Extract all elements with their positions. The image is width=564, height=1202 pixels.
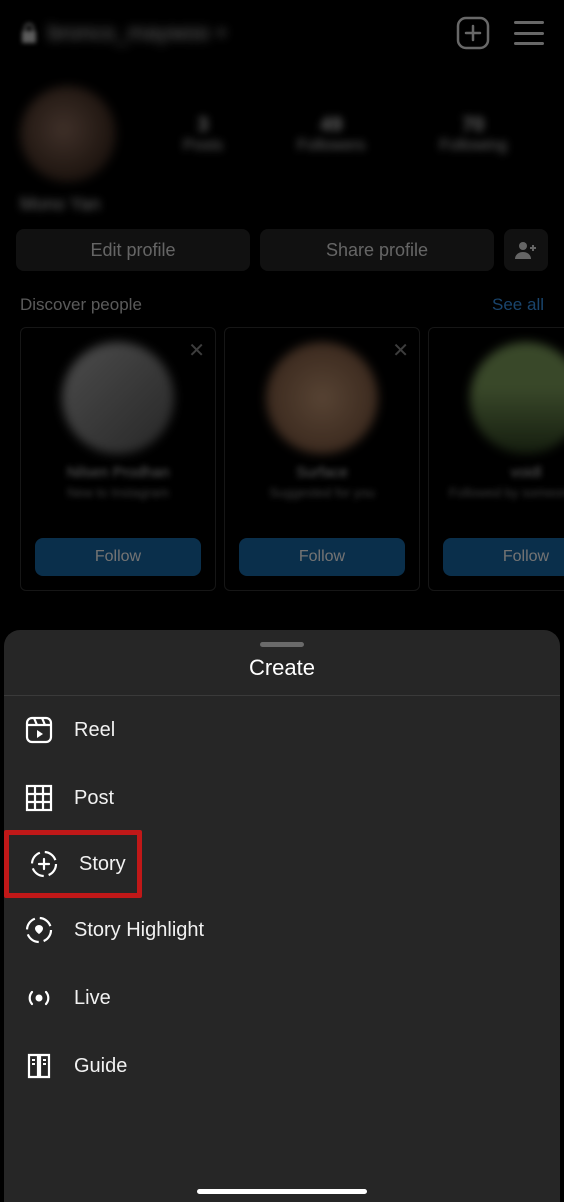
- see-all-link[interactable]: See all: [492, 295, 544, 315]
- live-icon: [24, 983, 54, 1013]
- menu-item-label: Guide: [74, 1055, 127, 1078]
- home-indicator[interactable]: [197, 1189, 367, 1194]
- edit-profile-button[interactable]: Edit profile: [16, 229, 250, 271]
- hamburger-menu-button[interactable]: [514, 21, 544, 45]
- suggestion-card[interactable]: ✕ Nilsen Prodhan New to Instagram Follow: [20, 327, 216, 591]
- menu-item-label: Live: [74, 987, 111, 1010]
- menu-item-reel[interactable]: Reel: [4, 696, 560, 764]
- avatar: [266, 342, 378, 454]
- menu-item-post[interactable]: Post: [4, 764, 560, 832]
- profile-stats: 3Posts 49Followers 70Following: [146, 114, 544, 155]
- menu-item-live[interactable]: Live: [4, 964, 560, 1032]
- follow-button[interactable]: Follow: [239, 538, 405, 576]
- chevron-down-icon: ▾: [217, 23, 225, 43]
- follow-button[interactable]: Follow: [35, 538, 201, 576]
- suggestion-card[interactable]: voidl Followed by someone else Follow: [428, 327, 564, 591]
- menu-item-label: Story: [79, 853, 126, 876]
- add-friend-button[interactable]: [504, 229, 548, 271]
- menu-item-label: Reel: [74, 719, 115, 742]
- menu-item-guide[interactable]: Guide: [4, 1032, 560, 1100]
- stat-followers[interactable]: 49Followers: [297, 114, 365, 155]
- profile-display-name: Mono Yan: [0, 190, 564, 229]
- username: bronco_maywoo: [48, 20, 209, 46]
- close-icon[interactable]: ✕: [392, 338, 409, 363]
- menu-item-story[interactable]: Story: [4, 830, 142, 898]
- sheet-title: Create: [4, 655, 560, 696]
- suggestion-card[interactable]: ✕ Surface Suggested for you Follow: [224, 327, 420, 591]
- reel-icon: [24, 715, 54, 745]
- menu-item-label: Story Highlight: [74, 919, 204, 942]
- story-icon: [29, 849, 59, 879]
- menu-item-story-highlight[interactable]: Story Highlight: [4, 896, 560, 964]
- drag-handle[interactable]: [260, 642, 304, 647]
- follow-button[interactable]: Follow: [443, 538, 564, 576]
- close-icon[interactable]: ✕: [188, 338, 205, 363]
- create-bottom-sheet: Create Reel Post Story Story Highlight Live G…: [4, 630, 560, 1202]
- discover-title: Discover people: [20, 295, 142, 315]
- share-profile-button[interactable]: Share profile: [260, 229, 494, 271]
- menu-item-label: Post: [74, 787, 114, 810]
- avatar: [470, 342, 564, 454]
- profile-avatar[interactable]: [20, 86, 116, 182]
- username-dropdown[interactable]: bronco_maywoo ▾: [48, 20, 456, 46]
- story-highlight-icon: [24, 915, 54, 945]
- stat-following[interactable]: 70Following: [439, 114, 507, 155]
- add-post-button[interactable]: [456, 16, 490, 50]
- post-icon: [24, 783, 54, 813]
- stat-posts[interactable]: 3Posts: [183, 114, 223, 155]
- guide-icon: [24, 1051, 54, 1081]
- avatar: [62, 342, 174, 454]
- lock-icon: [20, 22, 38, 44]
